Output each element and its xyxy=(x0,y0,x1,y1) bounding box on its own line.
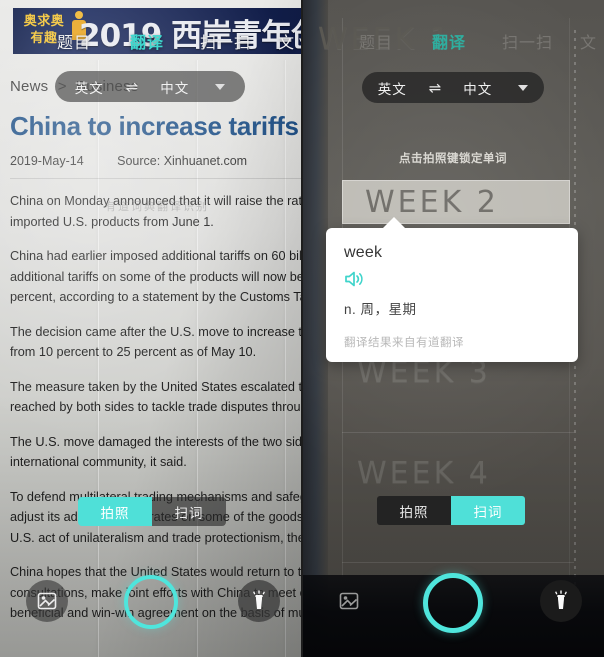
calendar-row-divider xyxy=(342,562,574,563)
article-divider xyxy=(10,178,302,179)
article-headline: China to increase tariffs on some U.S. p… xyxy=(10,111,302,141)
flashlight-button[interactable] xyxy=(238,580,280,622)
gallery-button[interactable] xyxy=(328,580,370,622)
mode-button-photo[interactable]: 拍照 xyxy=(377,496,451,525)
nav-item-text[interactable]: 文 xyxy=(580,29,597,53)
wall-edge-shadow xyxy=(302,0,328,657)
paragraph-line: The decision came after the U.S. move to… xyxy=(10,324,302,339)
scanned-word-highlight: WEEK 2 xyxy=(342,180,570,224)
word-translation-popup: week n. 周，星期 翻译结果来自有道翻译 xyxy=(326,217,578,362)
paragraph-line: The measure taken by the United States e… xyxy=(10,379,302,394)
paragraph-line: percent, according to a statement by the… xyxy=(10,290,302,304)
flashlight-icon xyxy=(253,590,265,609)
flashlight-button[interactable] xyxy=(540,580,582,622)
paragraph-line: additional tariffs on some of the produc… xyxy=(10,269,302,284)
paragraph-line: U.S. act of unilateralism and trade prot… xyxy=(10,530,302,545)
paragraph-line: China on Monday announced that it will r… xyxy=(10,194,302,208)
nav-item-scan[interactable]: 扫一扫 xyxy=(502,29,553,53)
gallery-image-icon xyxy=(37,592,57,610)
article-content: News > Business China to increase tariff… xyxy=(10,78,302,638)
nav-item-subject[interactable]: 题目 xyxy=(359,29,393,53)
panel-divider xyxy=(301,0,303,657)
calendar-row-divider xyxy=(342,432,574,433)
language-target[interactable]: 中文 xyxy=(463,78,492,98)
nav-item-translate[interactable]: 翻译 xyxy=(432,29,466,53)
language-selector-bar[interactable]: 英文 ⇌ 中文 xyxy=(55,71,245,102)
paragraph-line: China had earlier imposed additional tar… xyxy=(10,249,302,263)
language-source[interactable]: 英文 xyxy=(378,78,407,98)
nav-item-subject[interactable]: 题目 xyxy=(57,29,91,53)
flashlight-icon xyxy=(555,590,567,609)
article-meta: 2019-May-14 Source: Xinhuanet.com xyxy=(10,154,302,168)
word-term: week xyxy=(344,244,383,261)
poster-title: 2019 西岸青年创意短片 xyxy=(79,18,302,54)
breadcrumb-crumb-news: News xyxy=(10,78,49,95)
article-paragraph: The U.S. move damaged the interests of t… xyxy=(10,432,302,473)
capture-mode-toggle[interactable]: 拍照 扫词 xyxy=(78,497,226,526)
screenshot-stage: 奥求奥 有趣 2019 西岸青年创意短片 News > Business Chi… xyxy=(0,0,604,657)
mode-button-photo[interactable]: 拍照 xyxy=(78,497,152,526)
left-screenshot-panel: 奥求奥 有趣 2019 西岸青年创意短片 News > Business Chi… xyxy=(0,0,302,657)
article-body: China on Monday announced that it will r… xyxy=(10,191,302,624)
language-source[interactable]: 英文 xyxy=(75,77,104,97)
popup-arrow xyxy=(382,217,406,229)
word-translation-attribution: 翻译结果来自有道翻译 xyxy=(344,337,464,349)
chevron-down-icon[interactable] xyxy=(215,83,226,90)
nav-item-scan[interactable]: 扫一扫 xyxy=(200,29,251,53)
language-target[interactable]: 中文 xyxy=(160,77,189,97)
right-screenshot-panel: WEEK 1 点击拍照键锁定单词 WEEK 2 WEEK 3 WEEK 4 we… xyxy=(302,0,604,657)
nav-item-translate[interactable]: 翻译 xyxy=(130,29,164,53)
calendar-week-label-highlighted: WEEK 2 xyxy=(365,184,499,220)
language-selector-bar[interactable]: 英文 ⇌ 中文 xyxy=(362,72,544,103)
paragraph-line: from 10 percent to 25 percent as of May … xyxy=(10,345,257,359)
article-date: 2019-May-14 xyxy=(10,154,84,168)
poster-logo-line-1: 奥求奥 xyxy=(23,14,65,29)
paragraph-line: The U.S. move damaged the interests of t… xyxy=(10,434,302,449)
swap-arrows-icon[interactable]: ⇌ xyxy=(126,78,139,96)
article-paragraph: The decision came after the U.S. move to… xyxy=(10,322,302,363)
calendar-week-label: WEEK 4 xyxy=(357,456,491,491)
gallery-button[interactable] xyxy=(26,580,68,622)
shutter-button[interactable] xyxy=(423,573,483,633)
swap-arrows-icon[interactable]: ⇌ xyxy=(429,79,442,97)
article-paragraph: China had earlier imposed additional tar… xyxy=(10,246,302,308)
shutter-button[interactable] xyxy=(124,575,178,629)
bottom-control-bar xyxy=(0,575,302,657)
scan-instruction-hint: 点击拍照键锁定单词 xyxy=(399,153,507,165)
speaker-audio-icon xyxy=(345,271,363,287)
mode-button-scan-word[interactable]: 扫词 xyxy=(152,497,226,526)
bottom-control-bar xyxy=(302,573,604,657)
article-paragraph: The measure taken by the United States e… xyxy=(10,377,302,418)
article-source: Source: Xinhuanet.com xyxy=(117,154,248,168)
nav-item-text[interactable]: 文 xyxy=(278,29,295,53)
gallery-image-icon xyxy=(339,592,359,610)
capture-mode-toggle[interactable]: 拍照 扫词 xyxy=(377,496,525,525)
article-paragraph: China on Monday announced that it will r… xyxy=(10,191,302,232)
paragraph-line: imported U.S. products from June 1. xyxy=(10,214,214,229)
mode-button-scan-word[interactable]: 扫词 xyxy=(451,496,525,525)
chevron-down-icon[interactable] xyxy=(518,84,529,91)
speaker-audio-button[interactable] xyxy=(344,270,366,288)
word-definition: n. 周，星期 xyxy=(344,302,417,317)
paragraph-line: reached by both sides to tackle trade di… xyxy=(10,400,302,414)
paragraph-line: international community, it said. xyxy=(10,455,187,469)
